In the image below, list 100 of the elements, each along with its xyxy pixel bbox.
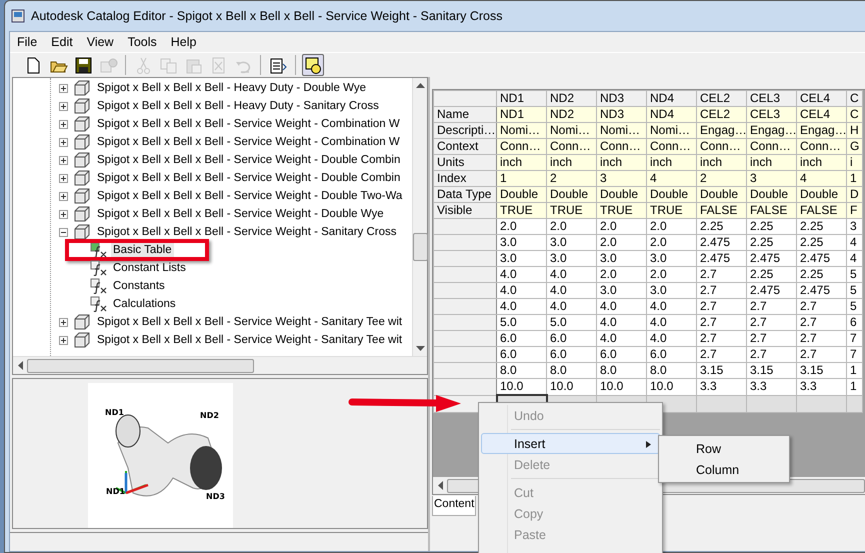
table-cell: 6.0 — [546, 330, 596, 346]
tree-item[interactable]: Spigot x Bell x Bell x Bell - Service Weight - Combination W — [13, 115, 412, 133]
table-cell: ND3 — [596, 106, 646, 122]
expand-icon[interactable] — [59, 336, 68, 344]
scroll-up-icon[interactable] — [416, 82, 424, 88]
cube-icon — [74, 206, 90, 222]
column-header[interactable]: CEL2 — [696, 90, 746, 106]
table-cell: 2.475 — [796, 282, 846, 298]
table-cell: 2.0 — [646, 234, 696, 250]
tree-item[interactable]: Constants — [111, 279, 167, 293]
menu-item[interactable]: Tools — [120, 35, 164, 49]
tree-item[interactable]: Spigot x Bell x Bell x Bell - Service Weight - Double Two-Wa — [13, 187, 412, 205]
table-cell: inch — [546, 154, 596, 170]
row-header: Visible — [434, 202, 496, 218]
table-cell: 2.7 — [796, 330, 846, 346]
table-cell: 5.0 — [546, 314, 596, 330]
menu-item[interactable]: Column — [661, 459, 787, 480]
table-cell: Conn… — [596, 138, 646, 154]
table-cell: Double — [696, 186, 746, 202]
scrollbar-thumb[interactable] — [412, 233, 428, 261]
table-cell: 2.0 — [596, 266, 646, 282]
tree-item[interactable]: Spigot x Bell x Bell x Bell - Heavy Duty - Sanitary Cross — [13, 97, 412, 115]
table-cell: 4.0 — [646, 314, 696, 330]
expand-icon[interactable] — [59, 192, 68, 200]
table-cell: CEL3 — [746, 106, 796, 122]
table-cell: FALSE — [796, 202, 846, 218]
horizontal-scrollbar[interactable] — [13, 356, 427, 374]
tree-item[interactable]: Spigot x Bell x Bell x Bell - Service Weight - Sanitary Cross — [13, 223, 412, 241]
scroll-left-icon[interactable] — [437, 481, 443, 490]
expand-icon[interactable] — [59, 138, 68, 146]
table-cell: TRUE — [646, 202, 696, 218]
table-cell: Conn… — [496, 138, 546, 154]
table-cell: 3 — [746, 170, 796, 186]
table-cell: 8.0 — [646, 362, 696, 378]
table-cell: 6.0 — [596, 346, 646, 362]
column-header[interactable]: ND4 — [646, 90, 696, 106]
tab[interactable]: Content — [432, 496, 476, 516]
tree-item[interactable]: Basic Table — [111, 243, 174, 257]
row-header: Index — [434, 170, 496, 186]
tree-item[interactable]: Spigot x Bell x Bell x Bell - Service Weight - Sanitary Tee wit — [13, 331, 412, 349]
table-cell: ND2 — [546, 106, 596, 122]
table-cell: 2 — [546, 170, 596, 186]
tree-item[interactable]: Spigot x Bell x Bell x Bell - Heavy Duty - Double Wye — [13, 79, 412, 97]
expand-icon[interactable] — [59, 120, 68, 128]
table-cell: 2.7 — [746, 346, 796, 362]
row-header: Name — [434, 106, 496, 122]
tree-item[interactable]: Spigot x Bell x Bell x Bell - Service Weight - Sanitary Tee wit — [13, 313, 412, 331]
menu-item[interactable]: File — [10, 35, 44, 49]
column-header[interactable]: C — [846, 90, 862, 106]
table-cell: 3.0 — [646, 250, 696, 266]
column-header[interactable]: CEL4 — [796, 90, 846, 106]
table-cell: 6.0 — [496, 346, 546, 362]
tree-item[interactable]: Spigot x Bell x Bell x Bell - Service Weight - Double Wye — [13, 205, 412, 223]
column-header[interactable]: ND3 — [596, 90, 646, 106]
expand-icon[interactable] — [59, 84, 68, 92]
cube-icon — [74, 152, 90, 168]
table-cell: 4.0 — [546, 266, 596, 282]
tree-item[interactable]: Constant Lists — [111, 261, 188, 275]
menu-item[interactable]: Edit — [44, 35, 80, 49]
menu-item[interactable]: Help — [164, 35, 204, 49]
table-cell: 2.0 — [596, 218, 646, 234]
menu-item[interactable]: View — [80, 35, 121, 49]
table-cell: 10.0 — [596, 378, 646, 395]
table-cell: Nomi… — [646, 122, 696, 138]
table-cell: 3.0 — [596, 250, 646, 266]
expand-icon[interactable] — [59, 174, 68, 182]
table-cell: 3.0 — [596, 282, 646, 298]
table-cell: Double — [646, 186, 696, 202]
table-cell: 4 — [796, 170, 846, 186]
table-cell: 2.0 — [646, 218, 696, 234]
expand-icon[interactable] — [59, 318, 68, 326]
vertical-scrollbar[interactable] — [412, 78, 427, 356]
column-header[interactable]: ND2 — [546, 90, 596, 106]
table-cell: 3.0 — [546, 234, 596, 250]
expand-icon[interactable] — [59, 102, 68, 110]
table-cell: 4.0 — [646, 330, 696, 346]
tree-item[interactable]: Calculations — [111, 297, 178, 311]
scrollbar-thumb[interactable] — [27, 358, 254, 372]
scroll-left-icon[interactable] — [17, 361, 23, 370]
table-cell: 2.25 — [746, 266, 796, 282]
collapse-icon[interactable] — [59, 228, 68, 236]
table-cell: 3 — [596, 170, 646, 186]
column-header[interactable]: CEL3 — [746, 90, 796, 106]
scroll-down-icon[interactable] — [416, 346, 424, 352]
menu-item[interactable]: Insert — [481, 433, 660, 454]
tree-item[interactable]: Spigot x Bell x Bell x Bell - Service Weight - Combination W — [13, 133, 412, 151]
menu-item[interactable]: Row — [661, 438, 787, 459]
table-cell: 4.0 — [496, 298, 546, 314]
expand-icon[interactable] — [59, 210, 68, 218]
tree-item[interactable]: Spigot x Bell x Bell x Bell - Service Weight - Double Combin — [13, 151, 412, 169]
row-header: Data Type — [434, 186, 496, 202]
table-cell: Engag… — [746, 122, 796, 138]
expand-icon[interactable] — [59, 156, 68, 164]
preview-icon[interactable] — [302, 54, 324, 76]
tree-item[interactable]: Spigot x Bell x Bell x Bell - Service Weight - Double Combin — [13, 169, 412, 187]
column-header[interactable]: ND1 — [496, 90, 546, 106]
table-cell: inch — [596, 154, 646, 170]
table-cell: FALSE — [696, 202, 746, 218]
table-cell: 10.0 — [646, 378, 696, 395]
table-cell: Double — [596, 186, 646, 202]
